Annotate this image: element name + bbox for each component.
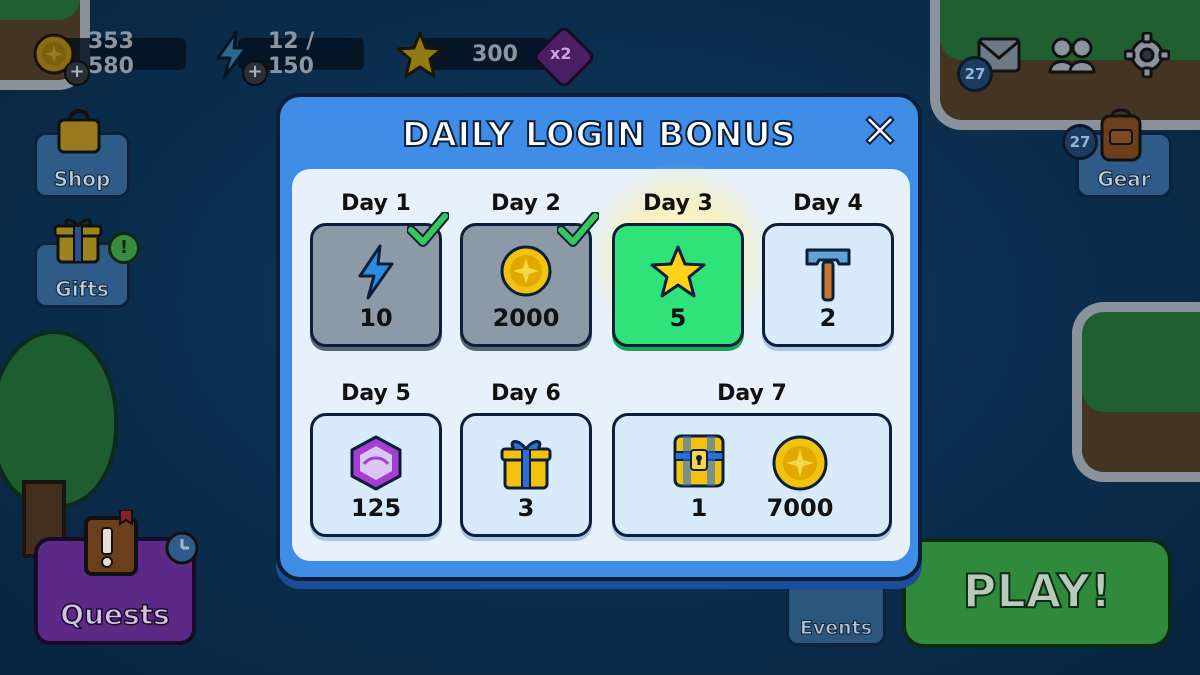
star-icon <box>650 245 706 298</box>
daily-login-bonus-dialog: DAILY LOGIN BONUS ✕ Day 1 10 Day 2 2000 <box>276 93 922 581</box>
mail-count-badge: 27 <box>957 56 993 92</box>
reward-card-day-4: 2 <box>762 223 894 347</box>
lightning-icon <box>358 244 394 300</box>
shop-label: Shop <box>53 167 111 192</box>
events-button[interactable]: Events <box>786 580 886 646</box>
coins-value: 353 580 <box>88 29 134 79</box>
backpack-icon <box>1100 108 1142 162</box>
reward-card-day-6: 3 <box>460 413 592 537</box>
stars-value: 300 <box>472 41 518 67</box>
play-label: PLAY! <box>962 563 1113 619</box>
reward-amount: 2000 <box>492 304 560 332</box>
day-label: Day 6 <box>491 381 561 406</box>
day-label: Day 3 <box>643 191 713 216</box>
gear-label: Gear <box>1097 167 1151 192</box>
reward-card-day-1: 10 <box>310 212 449 347</box>
gifts-label: Gifts <box>55 277 109 302</box>
quests-label: Quests <box>60 597 171 632</box>
reward-amount-coins: 7000 <box>766 494 834 522</box>
energy-value: 12 / 150 <box>268 29 315 79</box>
multiplier-label: x2 <box>550 44 572 63</box>
gift-icon <box>500 440 552 490</box>
reward-amount: 3 <box>517 494 535 522</box>
day-label: Day 4 <box>793 191 863 216</box>
reward-amount: 10 <box>359 304 393 332</box>
gift-icon <box>53 218 103 264</box>
coin-icon <box>772 435 828 491</box>
add-coins-button[interactable]: + <box>64 60 90 86</box>
coin-icon <box>500 245 552 297</box>
friends-icon[interactable] <box>1048 34 1096 74</box>
day-label: Day 7 <box>717 381 787 406</box>
reward-card-day-7: 1 7000 <box>612 413 892 537</box>
timer-icon <box>165 531 199 565</box>
reward-amount: 2 <box>819 304 837 332</box>
shopping-bag-icon <box>57 109 101 154</box>
reward-card-day-2: 2000 <box>460 212 599 347</box>
rewards-panel: Day 1 10 Day 2 2000 Day 3 5 Day 4 2 Day … <box>292 161 910 561</box>
checkmark-icon <box>557 212 599 247</box>
reward-card-day-3[interactable]: 5 <box>612 223 744 347</box>
chest-icon <box>673 434 725 488</box>
close-button[interactable]: ✕ <box>858 107 902 155</box>
settings-gear-icon[interactable] <box>1124 32 1170 78</box>
reward-amount: 125 <box>350 494 402 522</box>
quest-book-icon <box>84 510 138 576</box>
checkmark-icon <box>407 212 449 247</box>
gem-icon <box>350 435 402 491</box>
hammer-icon <box>805 248 851 302</box>
gear-count-badge: 27 <box>1062 124 1098 160</box>
events-label: Events <box>799 617 873 640</box>
reward-amount: 1 <box>690 494 708 522</box>
star-icon <box>396 31 444 78</box>
add-energy-button[interactable]: + <box>242 60 268 86</box>
day-label: Day 5 <box>341 381 411 406</box>
play-button[interactable]: PLAY! <box>902 538 1172 648</box>
dialog-title: DAILY LOGIN BONUS <box>401 114 797 156</box>
gifts-alert-badge: ! <box>108 232 140 264</box>
reward-card-day-5: 125 <box>310 413 442 537</box>
reward-amount: 5 <box>669 304 687 332</box>
